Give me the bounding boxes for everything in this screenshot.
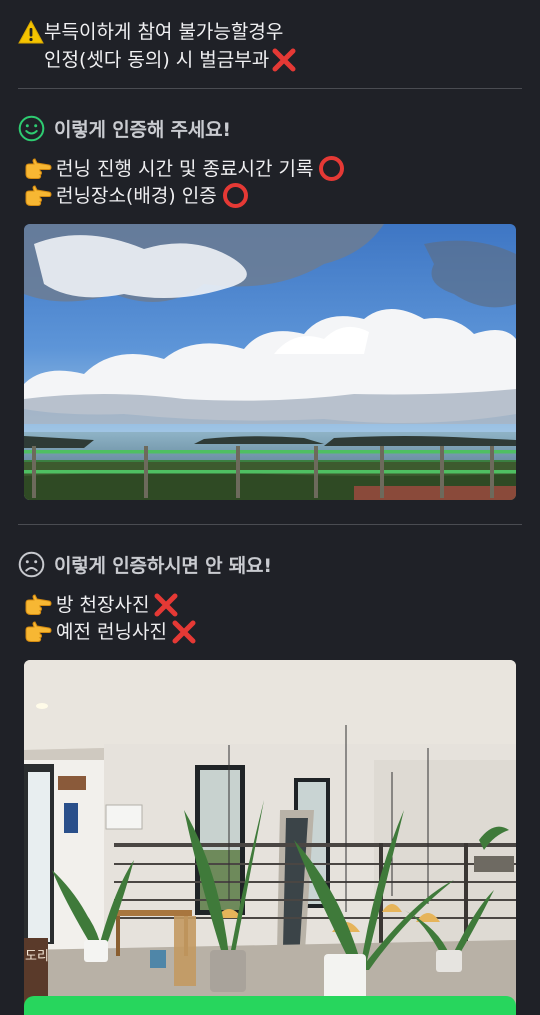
- divider-top: [18, 88, 522, 89]
- bad-rule-text-2: 예전 런닝사진: [56, 621, 167, 643]
- warning-text-2: 인정(셋다 동의) 시 벌금부과: [44, 49, 270, 71]
- circle-icon: [222, 182, 249, 209]
- good-rule-text-2: 런닝장소(배경) 인증: [56, 184, 217, 207]
- smile-face-icon: [18, 115, 45, 142]
- bad-rule-text-1: 방 천장사진: [56, 594, 150, 616]
- cross-icon: [271, 47, 297, 73]
- bad-section-title: 이렇게 인증하시면 안 돼요!: [54, 555, 272, 577]
- page: 부득이하게 참여 불가능할경우 인정(셋다 동의) 시 벌금부과 이렇게 인증해…: [0, 0, 540, 1015]
- good-section-header: 이렇게 인증해 주세요!: [18, 115, 231, 142]
- pointing-hand-icon: [24, 184, 52, 208]
- good-section-title: 이렇게 인증해 주세요!: [54, 119, 231, 141]
- divider-middle: [18, 524, 522, 525]
- warning-notice: 부득이하게 참여 불가능할경우 인정(셋다 동의) 시 벌금부과: [18, 18, 522, 74]
- seaside-sky-photo: [24, 224, 516, 500]
- bottom-action-button[interactable]: [24, 996, 516, 1015]
- warning-line-1: 부득이하게 참여 불가능할경우: [18, 18, 522, 46]
- pointing-hand-icon: [24, 620, 52, 644]
- sign-text: 도리: [25, 949, 49, 964]
- pointing-hand-icon: [24, 157, 52, 181]
- pointing-hand-icon: [24, 593, 52, 617]
- bad-section-header: 이렇게 인증하시면 안 돼요!: [18, 551, 272, 578]
- frown-face-icon: [18, 551, 45, 578]
- cross-icon: [153, 592, 179, 618]
- good-rule-1: 런닝 진행 시간 및 종료시간 기록: [24, 155, 345, 182]
- bad-rule-1: 방 천장사진: [24, 592, 179, 618]
- good-rule-2: 런닝장소(배경) 인증: [24, 182, 249, 209]
- indoor-room-photo: 도리: [24, 660, 516, 1015]
- warning-line-2: 인정(셋다 동의) 시 벌금부과: [18, 46, 522, 74]
- warning-icon: [18, 20, 44, 44]
- bad-rule-2: 예전 런닝사진: [24, 619, 197, 645]
- warning-text-1: 부득이하게 참여 불가능할경우: [44, 21, 284, 43]
- good-rule-text-1: 런닝 진행 시간 및 종료시간 기록: [56, 157, 314, 180]
- circle-icon: [318, 155, 345, 182]
- cross-icon: [171, 619, 197, 645]
